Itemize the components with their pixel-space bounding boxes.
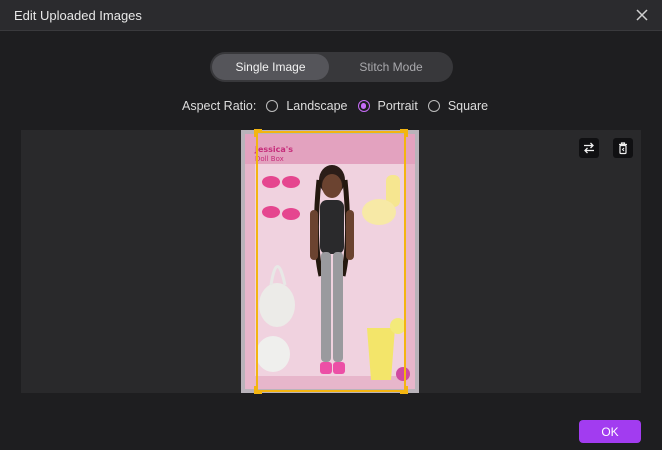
crop-handle-top-left[interactable] [254, 129, 262, 137]
radio-square-label: Square [447, 99, 489, 113]
radio-portrait[interactable]: Portrait [357, 99, 418, 113]
radio-circle-icon [266, 100, 279, 112]
aspect-ratio-label: Aspect Ratio: [182, 99, 257, 113]
radio-square[interactable]: Square [427, 99, 489, 113]
crop-handle-bottom-left[interactable] [254, 386, 262, 394]
image-canvas: Jessica's Doll Box [21, 129, 641, 394]
swap-arrows-icon [584, 142, 594, 154]
aspect-ratio-group: Aspect Ratio: Landscape Portrait Square [182, 99, 498, 113]
crop-frame[interactable] [254, 129, 408, 394]
crop-handle-top-right[interactable] [400, 129, 408, 137]
radio-landscape-label: Landscape [286, 99, 348, 113]
mode-segmented-control: Single Image Stitch Mode [210, 52, 453, 82]
radio-portrait-label: Portrait [377, 99, 418, 113]
title-bar: Edit Uploaded Images [0, 0, 662, 31]
tab-single-image[interactable]: Single Image [212, 54, 329, 80]
trash-icon [619, 142, 627, 155]
window-title: Edit Uploaded Images [14, 8, 142, 23]
tab-stitch-mode[interactable]: Stitch Mode [331, 54, 451, 80]
ok-button[interactable]: OK [579, 420, 641, 443]
close-icon[interactable] [635, 8, 649, 22]
crop-handle-bottom-right[interactable] [400, 386, 408, 394]
swap-button[interactable] [579, 138, 599, 158]
radio-circle-icon [427, 100, 440, 112]
radio-landscape[interactable]: Landscape [266, 99, 348, 113]
radio-selected-icon [357, 100, 370, 112]
delete-button[interactable] [613, 138, 633, 158]
